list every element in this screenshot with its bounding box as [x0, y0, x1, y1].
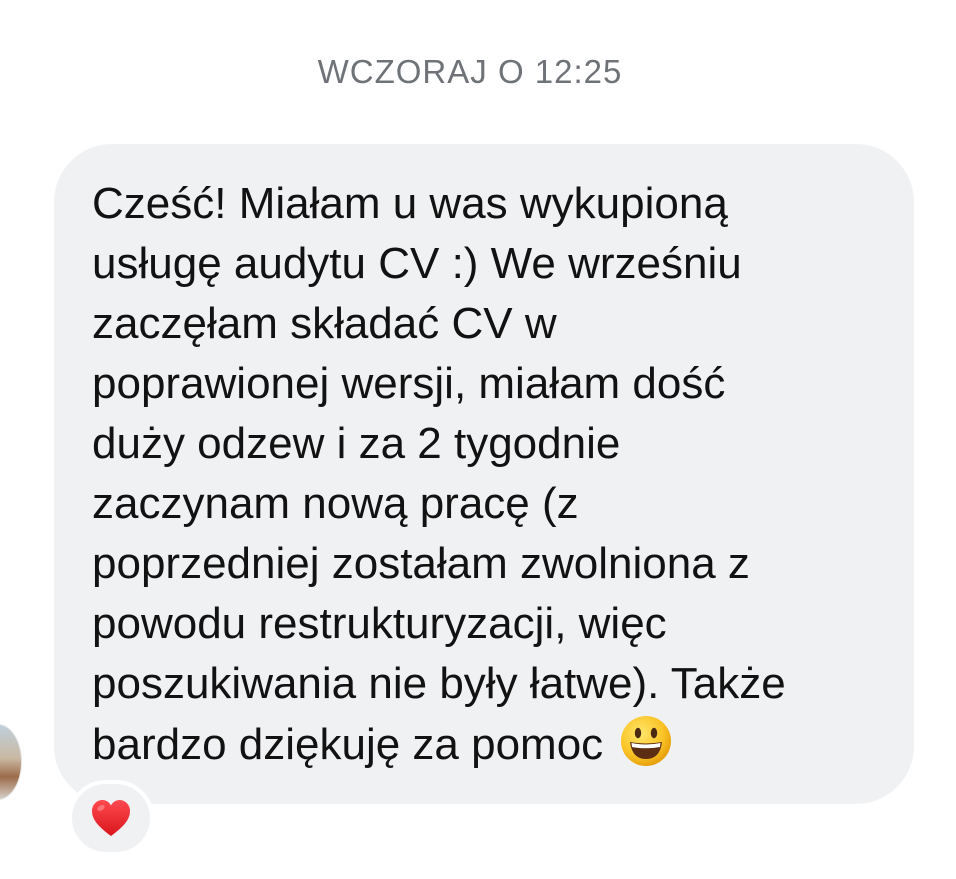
- message-text: Cześć! Miałam u was wykupioną usługę aud…: [92, 179, 786, 769]
- red-heart-icon: [92, 800, 130, 836]
- smiley-face-icon: [621, 716, 672, 766]
- message-text-container: Cześć! Miałam u was wykupioną usługę aud…: [92, 174, 884, 775]
- reaction-badge[interactable]: [68, 780, 154, 856]
- message-timestamp: WCZORAJ O 12:25: [317, 53, 623, 90]
- sender-avatar[interactable]: [0, 724, 22, 800]
- message-bubble[interactable]: Cześć! Miałam u was wykupioną usługę aud…: [54, 144, 914, 804]
